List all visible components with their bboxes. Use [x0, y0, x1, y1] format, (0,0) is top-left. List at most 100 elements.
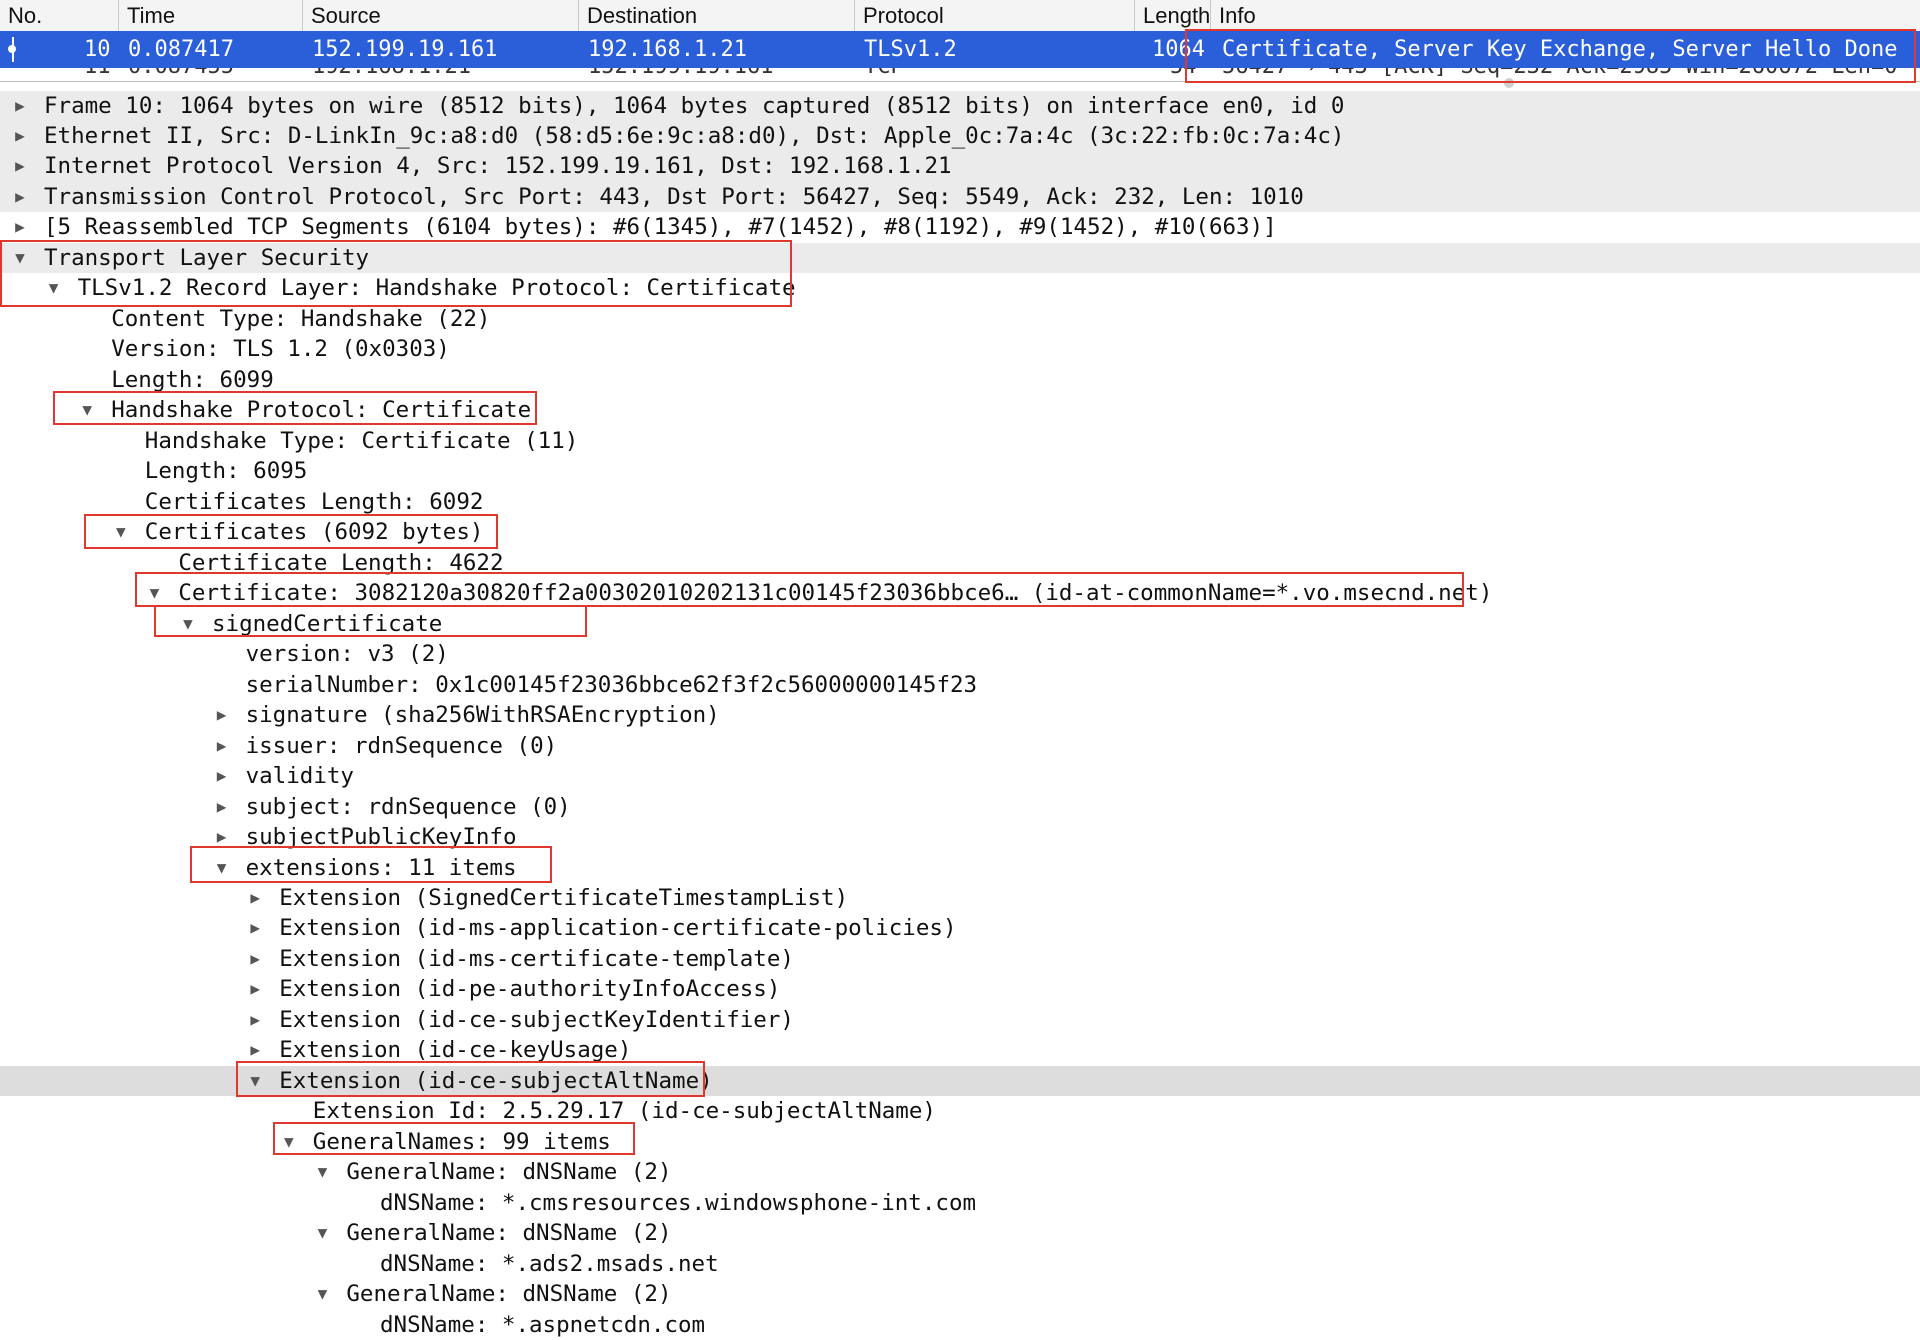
column-header-destination[interactable]: Destination — [578, 0, 854, 31]
tree-node-label: Extension (id-pe-authorityInfoAccess) — [279, 976, 781, 1003]
expand-arrow-icon[interactable]: ▶ — [212, 731, 232, 762]
column-header-length[interactable]: Length — [1134, 0, 1210, 31]
tree-node-label: TLSv1.2 Record Layer: Handshake Protocol… — [77, 275, 796, 302]
tree-node[interactable]: ▶ Extension (id-pe-authorityInfoAccess) — [0, 974, 1920, 1005]
packet-row-partial[interactable]: 11 0.087455 192.168.1.21 152.199.19.161 … — [0, 68, 1920, 82]
tree-node[interactable]: ▶ subjectPublicKeyInfo — [0, 822, 1920, 853]
expand-arrow-icon[interactable]: ▶ — [245, 1035, 265, 1066]
column-header-source[interactable]: Source — [302, 0, 578, 31]
expand-arrow-icon[interactable]: ▶ — [10, 151, 30, 182]
collapse-arrow-icon[interactable]: ▼ — [312, 1157, 332, 1188]
tree-node-label: Length: 6099 — [111, 366, 274, 393]
collapse-arrow-icon[interactable]: ▼ — [312, 1279, 332, 1310]
tree-node[interactable]: ▶ Extension (id-ce-keyUsage) — [0, 1035, 1920, 1066]
collapse-arrow-icon[interactable]: ▼ — [245, 1066, 265, 1097]
tree-node[interactable]: Length: 6095 — [0, 456, 1920, 487]
collapse-arrow-icon[interactable]: ▼ — [312, 1218, 332, 1249]
expand-arrow-icon[interactable]: ▶ — [10, 91, 30, 122]
tree-node[interactable]: ▼ GeneralName: dNSName (2) — [0, 1218, 1920, 1249]
packet-source: 152.199.19.161 — [312, 37, 498, 62]
tree-node[interactable]: ▶ Ethernet II, Src: D-LinkIn_9c:a8:d0 (58… — [0, 120, 1920, 152]
collapse-arrow-icon[interactable]: ▼ — [279, 1127, 299, 1158]
packet-protocol: TLSv1.2 — [864, 37, 957, 62]
tree-node-label: Certificate Length: 4622 — [178, 549, 504, 576]
column-header-no[interactable]: No. — [0, 0, 118, 31]
tree-node[interactable]: ▶ Extension (SignedCertificateTimestampLi… — [0, 883, 1920, 914]
packet-source: 192.168.1.21 — [312, 68, 471, 81]
packet-length: 1064 — [1152, 37, 1205, 62]
tree-node[interactable]: Certificates Length: 6092 — [0, 487, 1920, 518]
tree-node[interactable]: ▼ Extension (id-ce-subjectAltName) — [0, 1065, 1920, 1097]
tree-node[interactable]: ▶ Internet Protocol Version 4, Src: 152.1… — [0, 151, 1920, 182]
tree-node[interactable]: Content Type: Handshake (22) — [0, 304, 1920, 335]
tree-node[interactable]: dNSName: *.cmsresources.windowsphone-int… — [0, 1188, 1920, 1219]
tree-node[interactable]: ▼ GeneralNames: 99 items — [0, 1127, 1920, 1158]
expand-arrow-icon[interactable]: ▶ — [10, 182, 30, 213]
related-packet-marker-icon — [8, 37, 20, 62]
tree-node-label: GeneralNames: 99 items — [312, 1128, 611, 1155]
collapse-arrow-icon[interactable]: ▼ — [144, 578, 164, 609]
collapse-arrow-icon[interactable]: ▼ — [111, 517, 131, 548]
packet-time: 0.087455 — [128, 68, 234, 81]
expand-arrow-icon[interactable]: ▶ — [212, 822, 232, 853]
tree-node-label: Ethernet II, Src: D-LinkIn_9c:a8:d0 (58:… — [44, 122, 1345, 149]
tree-node[interactable]: ▼ TLSv1.2 Record Layer: Handshake Protoco… — [0, 273, 1920, 304]
tree-node[interactable]: ▼ extensions: 11 items — [0, 853, 1920, 884]
expand-arrow-icon[interactable]: ▶ — [245, 883, 265, 914]
tree-node[interactable]: ▶ subject: rdnSequence (0) — [0, 792, 1920, 823]
tree-node-label: serialNumber: 0x1c00145f23036bbce62f3f2c… — [245, 671, 978, 698]
tree-node[interactable]: ▶ issuer: rdnSequence (0) — [0, 731, 1920, 762]
tree-node[interactable]: Extension Id: 2.5.29.17 (id-ce-subjectAl… — [0, 1096, 1920, 1127]
tree-node[interactable]: ▶ signature (sha256WithRSAEncryption) — [0, 700, 1920, 731]
tree-node[interactable]: serialNumber: 0x1c00145f23036bbce62f3f2c… — [0, 670, 1920, 701]
tree-node-label: dNSName: *.cmsresources.windowsphone-int… — [380, 1189, 977, 1216]
tree-node-label: Transmission Control Protocol, Src Port:… — [44, 183, 1304, 210]
splitter-handle[interactable] — [1504, 78, 1514, 88]
collapse-arrow-icon[interactable]: ▼ — [77, 395, 97, 426]
collapse-arrow-icon[interactable]: ▼ — [212, 853, 232, 884]
tree-node[interactable]: ▼ GeneralName: dNSName (2) — [0, 1157, 1920, 1188]
expand-arrow-icon[interactable]: ▶ — [212, 700, 232, 731]
tree-node[interactable]: ▶ Extension (id-ms-certificate-template) — [0, 944, 1920, 975]
column-header-protocol[interactable]: Protocol — [854, 0, 1134, 31]
column-header-time[interactable]: Time — [118, 0, 302, 31]
tree-node[interactable]: ▼ Transport Layer Security — [0, 242, 1920, 274]
expand-arrow-icon[interactable]: ▶ — [10, 121, 30, 152]
expand-arrow-icon[interactable]: ▶ — [212, 761, 232, 792]
expand-arrow-icon[interactable]: ▶ — [245, 1005, 265, 1036]
tree-node[interactable]: ▶ validity — [0, 761, 1920, 792]
tree-node[interactable]: ▼ Handshake Protocol: Certificate — [0, 395, 1920, 426]
tree-node-label: Extension (id-ce-subjectKeyIdentifier) — [279, 1006, 794, 1033]
collapse-arrow-icon[interactable]: ▼ — [178, 609, 198, 640]
tree-node[interactable]: Version: TLS 1.2 (0x0303) — [0, 334, 1920, 365]
tree-node[interactable]: Handshake Type: Certificate (11) — [0, 426, 1920, 457]
expand-arrow-icon[interactable]: ▶ — [245, 944, 265, 975]
expand-arrow-icon[interactable]: ▶ — [10, 212, 30, 243]
tree-node[interactable]: ▼ signedCertificate — [0, 609, 1920, 640]
tree-node-label: signedCertificate — [212, 610, 443, 637]
tree-node[interactable]: ▼ Certificates (6092 bytes) — [0, 517, 1920, 548]
packet-row-selected[interactable]: 10 0.087417 152.199.19.161 192.168.1.21 … — [0, 31, 1920, 68]
tree-node-label: subjectPublicKeyInfo — [245, 824, 517, 851]
tree-node-label: extensions: 11 items — [245, 854, 517, 881]
expand-arrow-icon[interactable]: ▶ — [245, 913, 265, 944]
tree-node[interactable]: Certificate Length: 4622 — [0, 548, 1920, 579]
expand-arrow-icon[interactable]: ▶ — [245, 974, 265, 1005]
collapse-arrow-icon[interactable]: ▼ — [44, 273, 64, 304]
tree-node[interactable]: ▶ Extension (id-ce-subjectKeyIdentifier) — [0, 1005, 1920, 1036]
tree-node[interactable]: ▶ Frame 10: 1064 bytes on wire (8512 bits… — [0, 90, 1920, 122]
tree-node-label: Handshake Type: Certificate (11) — [144, 427, 579, 454]
tree-node[interactable]: Length: 6099 — [0, 365, 1920, 396]
column-header-info[interactable]: Info — [1210, 0, 1920, 31]
tree-node-label: GeneralName: dNSName (2) — [346, 1159, 672, 1186]
tree-node[interactable]: ▶ Transmission Control Protocol, Src Port… — [0, 181, 1920, 213]
expand-arrow-icon[interactable]: ▶ — [212, 792, 232, 823]
tree-node[interactable]: ▶ Extension (id-ms-application-certificat… — [0, 913, 1920, 944]
tree-node[interactable]: dNSName: *.aspnetcdn.com — [0, 1310, 1920, 1340]
tree-node[interactable]: ▼ GeneralName: dNSName (2) — [0, 1279, 1920, 1310]
tree-node[interactable]: ▼ Certificate: 3082120a30820ff2a003020102… — [0, 578, 1920, 609]
tree-node[interactable]: ▶ [5 Reassembled TCP Segments (6104 bytes… — [0, 212, 1920, 243]
tree-node[interactable]: version: v3 (2) — [0, 639, 1920, 670]
collapse-arrow-icon[interactable]: ▼ — [10, 243, 30, 274]
tree-node[interactable]: dNSName: *.ads2.msads.net — [0, 1249, 1920, 1280]
